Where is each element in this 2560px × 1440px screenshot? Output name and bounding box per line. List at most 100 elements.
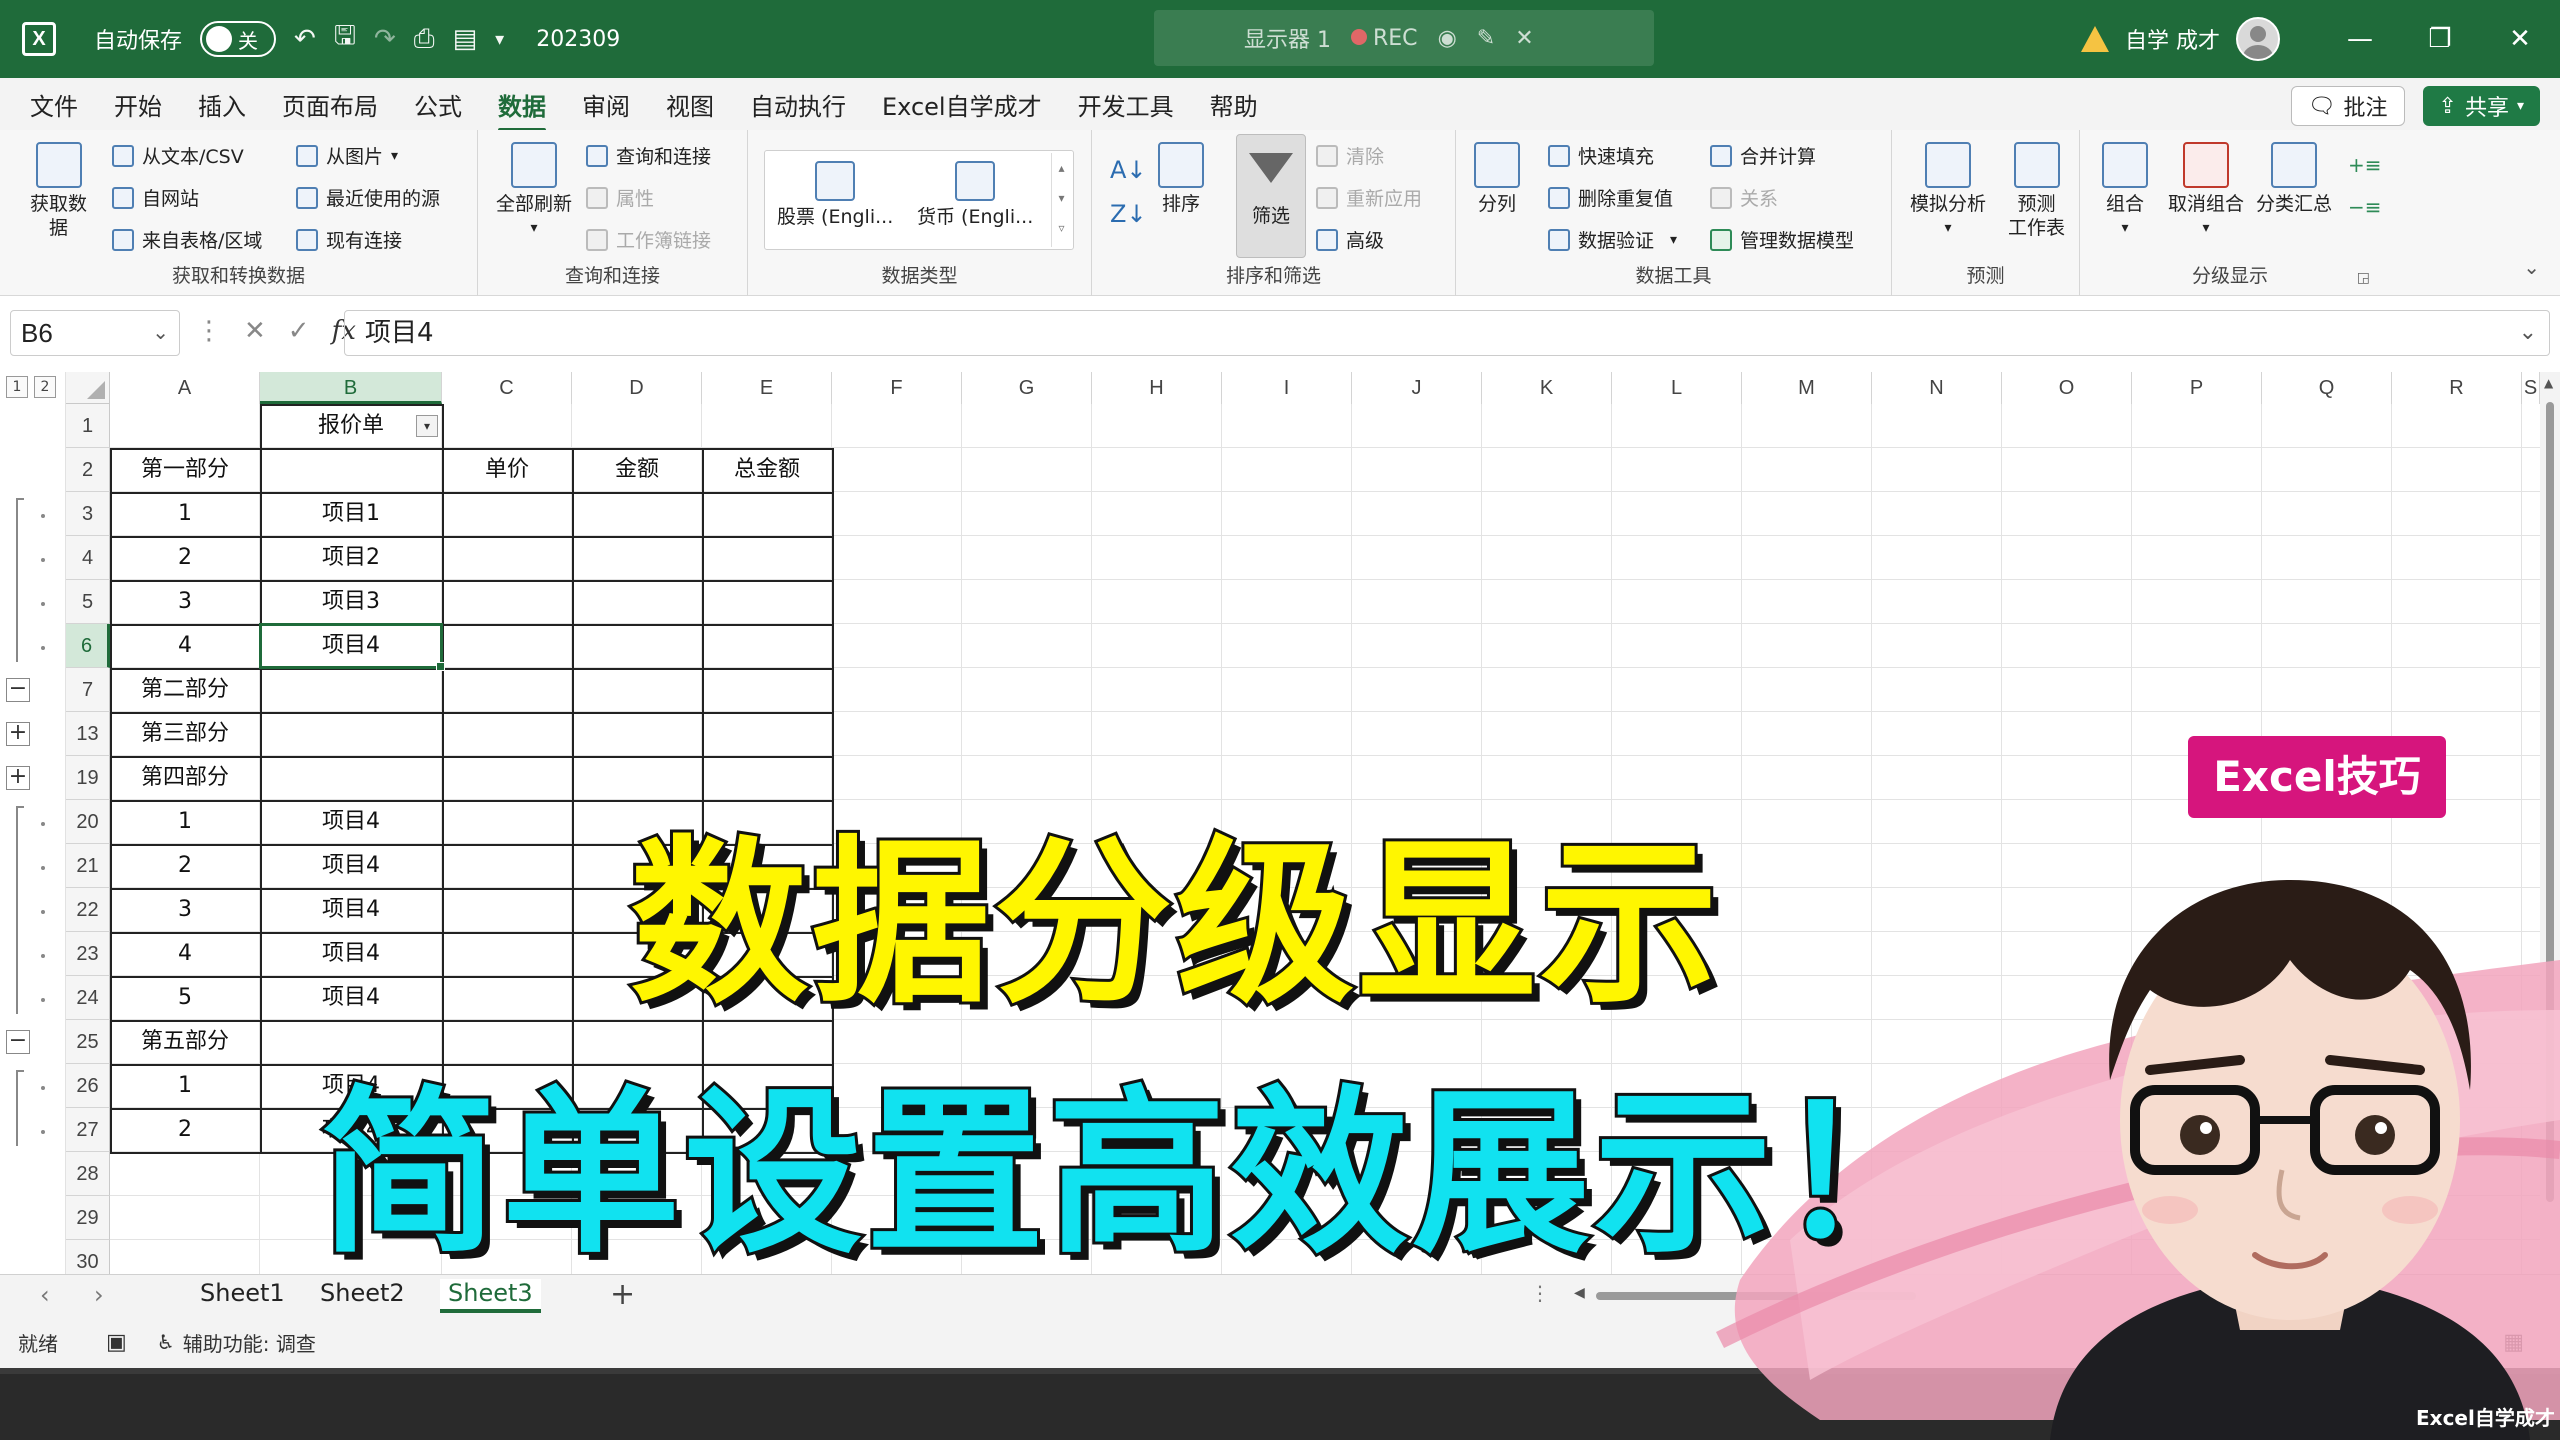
cell-A3[interactable]: 1 (110, 492, 260, 536)
properties-button[interactable]: 属性 (586, 184, 654, 211)
filter-button[interactable]: 筛选 (1236, 134, 1306, 258)
row-header-24[interactable]: 24 (66, 976, 110, 1020)
cell-C4[interactable] (442, 536, 572, 580)
more-icon[interactable]: ⋮ (196, 316, 222, 346)
cell-C23[interactable] (442, 932, 572, 976)
cell-C21[interactable] (442, 844, 572, 888)
stocks-button[interactable]: 股票 (Engli... (777, 161, 893, 229)
cell-E3[interactable] (702, 492, 832, 536)
cell-A4[interactable]: 2 (110, 536, 260, 580)
cell-E13[interactable] (702, 712, 832, 756)
column-header-B[interactable]: B (260, 372, 442, 404)
cell-B1[interactable]: 报价单 (260, 404, 442, 448)
cell-B21[interactable]: 项目4 (260, 844, 442, 888)
cell-mode-icon[interactable]: ▣ (106, 1330, 127, 1355)
cell-B23[interactable]: 项目4 (260, 932, 442, 976)
cell-A2[interactable]: 第一部分 (110, 448, 260, 492)
cell-B3[interactable]: 项目1 (260, 492, 442, 536)
cell-B13[interactable] (260, 712, 442, 756)
column-header-I[interactable]: I (1222, 372, 1352, 404)
form-icon[interactable]: ▤ (453, 24, 478, 54)
minimize-button[interactable]: — (2320, 0, 2400, 78)
queries-connections-button[interactable]: 查询和连接 (586, 142, 711, 169)
cell-E7[interactable] (702, 668, 832, 712)
row-header-19[interactable]: 19 (66, 756, 110, 800)
row-header-27[interactable]: 27 (66, 1108, 110, 1152)
customize-qat-icon[interactable]: ▾ (495, 29, 504, 50)
cell-B22[interactable]: 项目4 (260, 888, 442, 932)
column-header-A[interactable]: A (110, 372, 260, 404)
currency-button[interactable]: 货币 (Engli... (917, 161, 1033, 229)
row-header-1[interactable]: 1 (66, 404, 110, 448)
cell-D5[interactable] (572, 580, 702, 624)
cell-D2[interactable]: 金额 (572, 448, 702, 492)
column-header-Q[interactable]: Q (2262, 372, 2392, 404)
scroll-left-icon[interactable]: ◀ (1574, 1285, 1585, 1301)
column-header-H[interactable]: H (1092, 372, 1222, 404)
cancel-icon[interactable]: ✕ (244, 316, 266, 346)
outline-level-2-button[interactable]: 2 (34, 376, 56, 398)
share-button[interactable]: ⇪ 共享 ▾ (2422, 86, 2540, 126)
menu-tab-2[interactable]: 插入 (198, 81, 246, 128)
advanced-filter-button[interactable]: 高级 (1316, 226, 1384, 253)
column-header-F[interactable]: F (832, 372, 962, 404)
row-header-6[interactable]: 6 (66, 624, 110, 668)
column-header-S[interactable]: S (2522, 372, 2540, 404)
cell-B4[interactable]: 项目2 (260, 536, 442, 580)
row-header-4[interactable]: 4 (66, 536, 110, 580)
expand-formula-icon[interactable]: ⌄ (2519, 311, 2537, 355)
outline-level-1-button[interactable]: 1 (6, 376, 28, 398)
cell-A22[interactable]: 3 (110, 888, 260, 932)
menu-tab-4[interactable]: 公式 (414, 81, 462, 128)
ungroup-button[interactable]: 取消组合 ▾ (2168, 142, 2244, 240)
select-all-button[interactable] (66, 372, 110, 404)
cell-D4[interactable] (572, 536, 702, 580)
cell-A5[interactable]: 3 (110, 580, 260, 624)
cell-E2[interactable]: 总金额 (702, 448, 832, 492)
redo-icon[interactable]: ↷ (374, 24, 396, 54)
autosave-toggle[interactable]: 关 (200, 21, 277, 57)
cell-E5[interactable] (702, 580, 832, 624)
consolidate-button[interactable]: 合并计算 (1710, 142, 1816, 169)
save-icon[interactable]: 🖫 (334, 17, 356, 61)
group-button[interactable]: 组合 ▾ (2102, 142, 2148, 240)
show-hide-detail-icon[interactable]: +≡ −≡ (2348, 144, 2382, 228)
outline-settings-launcher-icon[interactable]: ◲ (2357, 270, 2370, 286)
collapse-group-7-button[interactable]: − (6, 678, 30, 702)
cell-A21[interactable]: 2 (110, 844, 260, 888)
pen-icon[interactable]: ✎ (1477, 26, 1495, 51)
document-name[interactable]: 202309 (536, 27, 620, 52)
column-header-P[interactable]: P (2132, 372, 2262, 404)
get-data-button[interactable]: 获取数 据 (30, 142, 87, 240)
comments-button[interactable]: 🗨 批注 (2290, 86, 2405, 126)
cell-D3[interactable] (572, 492, 702, 536)
undo-icon[interactable]: ↶ (294, 24, 316, 54)
active-cell-selection[interactable] (259, 623, 445, 671)
row-header-3[interactable]: 3 (66, 492, 110, 536)
next-sheet-icon[interactable]: › (94, 1281, 104, 1309)
warning-icon[interactable] (2081, 26, 2109, 52)
menu-tab-7[interactable]: 视图 (666, 81, 714, 128)
avatar[interactable] (2236, 17, 2280, 61)
cell-B5[interactable]: 项目3 (260, 580, 442, 624)
cell-A23[interactable]: 4 (110, 932, 260, 976)
enter-icon[interactable]: ✓ (288, 316, 310, 346)
row-header-5[interactable]: 5 (66, 580, 110, 624)
row-header-23[interactable]: 23 (66, 932, 110, 976)
cell-C2[interactable]: 单价 (442, 448, 572, 492)
cell-D1[interactable] (572, 404, 702, 448)
cell-A29[interactable] (110, 1196, 260, 1240)
row-header-7[interactable]: 7 (66, 668, 110, 712)
from-table-button[interactable]: 来自表格/区域 (112, 226, 262, 253)
cell-A26[interactable]: 1 (110, 1064, 260, 1108)
data-types-gallery[interactable]: 股票 (Engli... 货币 (Engli... ▴ ▾ ▿ (764, 150, 1074, 250)
menu-tab-10[interactable]: 开发工具 (1078, 81, 1174, 128)
cell-A7[interactable]: 第二部分 (110, 668, 260, 712)
row-header-21[interactable]: 21 (66, 844, 110, 888)
row-header-22[interactable]: 22 (66, 888, 110, 932)
column-header-C[interactable]: C (442, 372, 572, 404)
row-header-25[interactable]: 25 (66, 1020, 110, 1064)
column-header-J[interactable]: J (1352, 372, 1482, 404)
user-name[interactable]: 自学 成才 (2125, 23, 2220, 55)
scroll-up-icon[interactable]: ▲ (2544, 376, 2553, 390)
